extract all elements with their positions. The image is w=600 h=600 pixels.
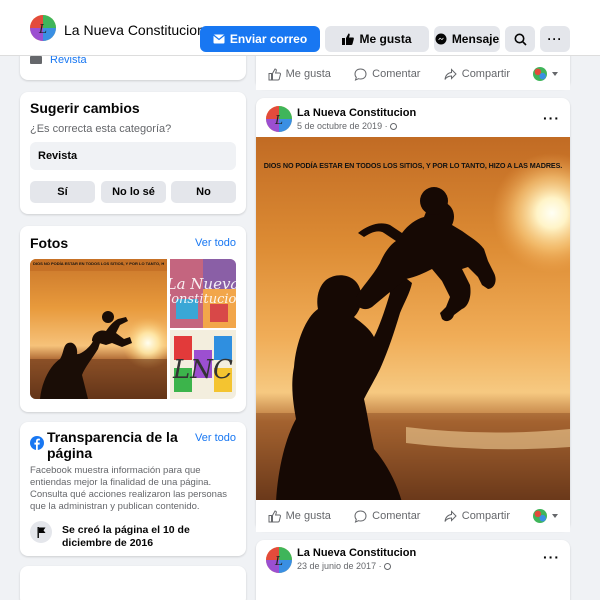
category-value-text: Revista <box>38 150 78 162</box>
next-sidebar-card <box>20 566 246 600</box>
answer-no-button[interactable]: No <box>171 181 236 203</box>
globe-icon <box>390 123 398 130</box>
comment-icon <box>354 67 367 81</box>
transparency-see-all-link[interactable]: Ver todo <box>195 432 236 444</box>
post-actions: Me gusta Comentar Compartir <box>256 500 570 532</box>
thumbs-up-outline-icon <box>268 67 281 80</box>
next-post-author-name[interactable]: La Nueva Constitucion <box>297 547 416 559</box>
page-mini-avatar-icon <box>533 67 548 81</box>
post-share-label: Compartir <box>461 510 511 522</box>
facebook-icon <box>30 436 44 450</box>
post-date-text: 5 de octubre de 2019 · <box>297 121 391 131</box>
post-author-avatar[interactable] <box>266 106 292 132</box>
message-button[interactable]: Mensaje <box>434 26 500 52</box>
comment-icon <box>354 509 367 523</box>
messenger-icon <box>435 33 447 45</box>
category-icon <box>30 56 42 64</box>
message-label: Mensaje <box>451 32 500 46</box>
page-mini-avatar-icon <box>533 509 548 523</box>
thumbs-up-icon <box>342 33 355 45</box>
photo-thumbnail-mother[interactable]: DIOS NO PODÍA ESTAR EN TODOS LOS SITIOS,… <box>30 259 167 399</box>
search-icon <box>514 33 527 46</box>
next-post-date-text: 23 de junio de 2017 · <box>297 561 385 571</box>
photos-card: Fotos Ver todo DIOS NO PODÍA ESTAR EN TO… <box>20 226 246 412</box>
envelope-icon <box>212 34 225 44</box>
svg-text:Constitucion: Constitucion <box>170 292 236 307</box>
page-name[interactable]: La Nueva Constitucion <box>64 22 205 38</box>
svg-text:La Nueva: La Nueva <box>170 275 236 293</box>
thumbs-up-outline-icon <box>268 509 281 522</box>
category-value-field[interactable]: Revista <box>30 142 236 170</box>
globe-icon <box>384 563 392 570</box>
post-date[interactable]: 5 de octubre de 2019 · <box>297 121 398 131</box>
next-post-options-icon[interactable]: ··· <box>543 549 560 565</box>
page-header: La Nueva Constitucion Enviar correo Me g… <box>0 0 600 56</box>
flag-icon <box>30 521 52 543</box>
caret-down-icon <box>552 72 559 76</box>
comment-label: Comentar <box>372 68 421 80</box>
post-comment-button[interactable]: Comentar <box>354 509 421 523</box>
like-button[interactable]: Me gusta <box>268 67 331 81</box>
previous-post-actions: Me gusta Comentar Compartir <box>256 58 570 90</box>
post-like-label: Me gusta <box>285 510 331 522</box>
suggest-changes-title: Sugerir cambios <box>30 100 140 116</box>
like-label: Me gusta <box>285 68 331 80</box>
send-email-button[interactable]: Enviar correo <box>200 26 320 52</box>
ellipsis-icon: ··· <box>547 32 563 46</box>
post-image[interactable]: DIOS NO PODÍA ESTAR EN TODOS LOS SITIOS,… <box>256 137 570 502</box>
page-transparency-card: Transparencia de la página Ver todo Face… <box>20 422 246 556</box>
post-comment-label: Comentar <box>372 510 421 522</box>
photo-thumbnail-quote: DIOS NO PODÍA ESTAR EN TODOS LOS SITIOS,… <box>33 261 164 266</box>
post-image-quote: DIOS NO PODÍA ESTAR EN TODOS LOS SITIOS,… <box>263 161 563 170</box>
transparency-title: Transparencia de la página <box>47 429 178 461</box>
photo-thumbnail-magazine-cover[interactable]: La Nueva Constitucion <box>170 259 236 328</box>
photos-see-all-link[interactable]: Ver todo <box>195 237 236 249</box>
like-page-label: Me gusta <box>359 32 412 46</box>
share-label: Compartir <box>461 68 511 80</box>
post-author-name[interactable]: La Nueva Constitucion <box>297 107 416 119</box>
svg-text:LNC: LNC <box>172 355 233 385</box>
transparency-description: Facebook muestra información para que en… <box>30 465 227 512</box>
photos-title: Fotos <box>30 235 69 251</box>
post-like-button[interactable]: Me gusta <box>268 509 331 523</box>
page-created-date: Se creó la página el 10 de diciembre de … <box>62 524 190 549</box>
share-button[interactable]: Compartir <box>444 67 511 81</box>
page-avatar[interactable] <box>30 15 56 41</box>
next-post-date[interactable]: 23 de junio de 2017 · <box>297 561 392 571</box>
more-options-button[interactable]: ··· <box>540 26 570 52</box>
photo-thumbnail-logo[interactable]: LNC <box>170 330 236 399</box>
answer-dont-know-button[interactable]: No lo sé <box>101 181 166 203</box>
post-options-icon[interactable]: ··· <box>543 110 560 126</box>
category-question: ¿Es correcta esta categoría? <box>30 123 172 135</box>
share-icon <box>444 67 457 80</box>
suggest-changes-card: Sugerir cambios ¿Es correcta esta catego… <box>20 92 246 214</box>
search-button[interactable] <box>505 26 535 52</box>
send-email-label: Enviar correo <box>229 32 308 46</box>
post-share-button[interactable]: Compartir <box>444 509 511 523</box>
audience-selector[interactable] <box>533 67 559 81</box>
post-audience-selector[interactable] <box>533 509 559 523</box>
share-icon <box>444 509 457 522</box>
next-post-author-avatar[interactable] <box>266 547 292 573</box>
like-page-button[interactable]: Me gusta <box>325 26 429 52</box>
answer-yes-button[interactable]: Sí <box>30 181 95 203</box>
caret-down-icon <box>552 514 559 518</box>
comment-button[interactable]: Comentar <box>354 67 421 81</box>
